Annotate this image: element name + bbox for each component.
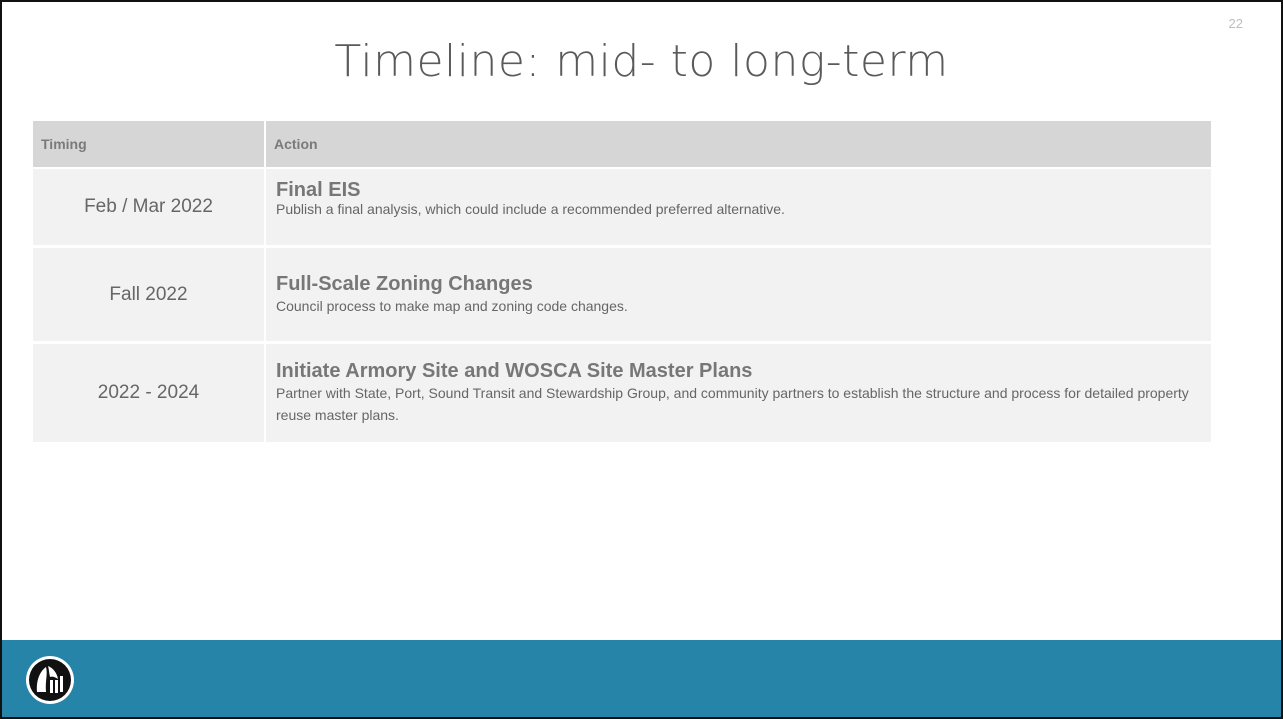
action-title: Final EIS [276, 179, 361, 201]
table-row: 2022 - 2024 Initiate Armory Site and WOS… [33, 344, 1211, 445]
action-description: Partner with State, Port, Sound Transit … [276, 385, 1189, 423]
city-seal-logo-icon [26, 656, 74, 704]
header-timing: Timing [33, 121, 266, 169]
row-action: Final EIS Publish a final analysis, whic… [266, 169, 1211, 248]
table-header-row: Timing Action [33, 121, 1211, 169]
page-number: 22 [1228, 16, 1243, 31]
header-action: Action [266, 121, 1211, 169]
row-timing: Fall 2022 [33, 248, 266, 344]
footer-bar [2, 640, 1281, 717]
row-timing: Feb / Mar 2022 [33, 169, 266, 248]
row-timing: 2022 - 2024 [33, 344, 266, 445]
slide: 22 Timeline: mid- to long-term Timing Ac… [0, 0, 1283, 719]
action-description: Publish a final analysis, which could in… [276, 201, 785, 217]
row-action: Full-Scale Zoning Changes Council proces… [266, 248, 1211, 344]
action-title: Full-Scale Zoning Changes [276, 272, 533, 295]
slide-title: Timeline: mid- to long-term [334, 36, 949, 87]
row-action: Initiate Armory Site and WOSCA Site Mast… [266, 344, 1211, 445]
action-title: Initiate Armory Site and WOSCA Site Mast… [276, 360, 753, 382]
timeline-table: Timing Action Feb / Mar 2022 Final EIS P… [33, 121, 1211, 445]
table-row: Fall 2022 Full-Scale Zoning Changes Coun… [33, 248, 1211, 344]
table-row: Feb / Mar 2022 Final EIS Publish a final… [33, 169, 1211, 248]
action-description: Council process to make map and zoning c… [276, 297, 628, 314]
